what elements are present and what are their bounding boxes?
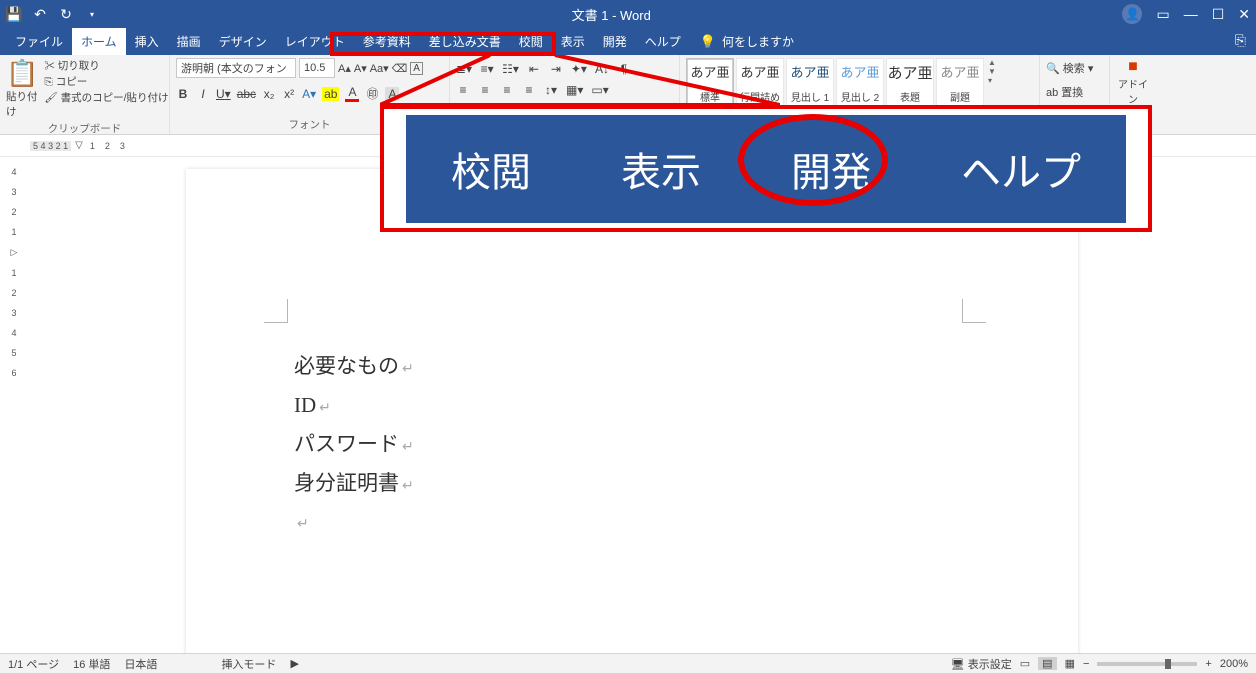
- doc-line: パスワード↵: [294, 425, 414, 464]
- annotation-connector-line: [380, 55, 780, 110]
- underline-button[interactable]: U▾: [216, 87, 231, 101]
- zoom-tab-review: 校閲: [433, 140, 549, 198]
- font-size-combo[interactable]: 10.5: [299, 58, 335, 78]
- document-title: 文書 1 - Word: [100, 5, 1122, 24]
- return-mark-icon: ↵: [399, 440, 414, 455]
- lightbulb-icon: 💡: [700, 34, 716, 50]
- bold-button[interactable]: B: [176, 87, 190, 101]
- vertical-ruler[interactable]: 4321▷ 123456: [4, 157, 24, 653]
- document-page[interactable]: 必要なもの↵ ID↵ パスワード↵ 身分証明書↵ ↵: [186, 169, 1078, 653]
- increase-font-icon[interactable]: A▴: [338, 62, 351, 75]
- replace-button[interactable]: ab 置換: [1046, 83, 1083, 101]
- zoom-level[interactable]: 200%: [1220, 658, 1248, 670]
- view-web-icon[interactable]: ▦: [1065, 657, 1075, 670]
- return-mark-icon: ↵: [399, 362, 414, 377]
- share-icon[interactable]: ⎘: [1235, 32, 1246, 49]
- superscript-button[interactable]: x²: [282, 87, 296, 101]
- addins-button[interactable]: ■ アドイン: [1116, 58, 1150, 106]
- highlight-icon[interactable]: ab: [322, 87, 339, 101]
- tab-design[interactable]: デザイン: [210, 28, 276, 55]
- annotation-highlight-tabs: [330, 32, 556, 56]
- redo-icon[interactable]: ↻: [58, 6, 74, 22]
- find-button[interactable]: 🔍 検索 ▾: [1046, 59, 1093, 77]
- enclose-char-icon[interactable]: ㊞: [365, 85, 379, 102]
- text-effects-icon[interactable]: A▾: [302, 87, 316, 101]
- doc-line: ID↵: [294, 386, 414, 425]
- tab-insert[interactable]: 挿入: [126, 28, 168, 55]
- document-text[interactable]: 必要なもの↵ ID↵ パスワード↵ 身分証明書↵ ↵: [294, 347, 414, 541]
- margin-corner-tr: [962, 299, 986, 323]
- style-subtitle[interactable]: あア亜 副題: [936, 58, 984, 108]
- maximize-button[interactable]: ☐: [1212, 6, 1225, 23]
- paste-label: 貼り付け: [6, 89, 38, 119]
- view-print-icon[interactable]: ▤: [1038, 657, 1056, 670]
- style-title[interactable]: あア亜 表題: [886, 58, 934, 108]
- decrease-font-icon[interactable]: A▾: [354, 62, 367, 75]
- return-mark-icon: ↵: [294, 517, 309, 532]
- title-right-controls: 👤 ▭ — ☐ ✕: [1122, 4, 1250, 24]
- status-bar: 1/1 ページ 16 単語 日本語 挿入モード ▶ 🖥 表示設定 ▭ ▤ ▦ −…: [0, 653, 1256, 673]
- zoom-in-button[interactable]: +: [1205, 658, 1211, 670]
- ruler-indent-marker-icon[interactable]: ▽: [75, 140, 83, 151]
- doc-line: 身分証明書↵: [294, 464, 414, 503]
- status-display-settings[interactable]: 🖥 表示設定: [951, 656, 1012, 672]
- subscript-button[interactable]: x₂: [262, 87, 276, 101]
- status-insert-mode[interactable]: 挿入モード: [221, 656, 276, 672]
- tab-draw[interactable]: 描画: [168, 28, 210, 55]
- undo-icon[interactable]: ↶: [32, 6, 48, 22]
- tell-me-search[interactable]: 💡 何をしますか: [700, 28, 794, 55]
- clipboard-icon: 📋: [6, 58, 38, 89]
- status-word-count[interactable]: 16 単語: [73, 656, 110, 672]
- font-name-combo[interactable]: 游明朝 (本文のフォン: [176, 58, 296, 78]
- close-button[interactable]: ✕: [1238, 6, 1250, 23]
- status-macro-icon[interactable]: ▶: [290, 657, 298, 670]
- tab-view[interactable]: 表示: [552, 28, 594, 55]
- qat-customize-icon[interactable]: ▾: [84, 6, 100, 22]
- ribbon-group-clipboard: 📋 貼り付け ✂ 切り取り ⎘ コピー 🖌 書式のコピー/貼り付け クリップボー…: [0, 55, 170, 134]
- quick-access-toolbar: 💾 ↶ ↻ ▾: [6, 6, 100, 22]
- style-heading1[interactable]: あア亜 見出し 1: [786, 58, 834, 108]
- status-language[interactable]: 日本語: [124, 656, 157, 672]
- zoom-slider[interactable]: [1097, 662, 1197, 666]
- save-icon[interactable]: 💾: [6, 6, 22, 22]
- doc-line: ↵: [294, 502, 414, 541]
- title-bar: 💾 ↶ ↻ ▾ 文書 1 - Word 👤 ▭ — ☐ ✕: [0, 0, 1256, 28]
- ruler-gray-left: 5 4 3 2 1: [30, 141, 71, 151]
- italic-button[interactable]: I: [196, 87, 210, 101]
- styles-more-icon[interactable]: ▲▼▾: [986, 58, 998, 85]
- clipboard-group-label: クリップボード: [6, 119, 163, 138]
- strike-button[interactable]: abc: [237, 87, 256, 101]
- search-placeholder: 何をしますか: [722, 33, 794, 50]
- tab-help[interactable]: ヘルプ: [636, 28, 690, 55]
- status-page[interactable]: 1/1 ページ: [8, 656, 59, 672]
- tab-developer[interactable]: 開発: [594, 28, 636, 55]
- paste-button[interactable]: 📋 貼り付け: [6, 58, 38, 119]
- style-heading2[interactable]: あア亜 見出し 2: [836, 58, 884, 108]
- doc-line: 必要なもの↵: [294, 347, 414, 386]
- minimize-button[interactable]: —: [1184, 6, 1198, 22]
- zoom-tab-help: ヘルプ: [943, 140, 1099, 198]
- annotation-circle-developer: [738, 114, 888, 206]
- view-read-icon[interactable]: ▭: [1020, 657, 1030, 670]
- margin-corner-tl: [264, 299, 288, 323]
- ribbon-tab-bar: ファイル ホーム 挿入 描画 デザイン レイアウト 参考資料 差し込み文書 校閲…: [0, 28, 1256, 55]
- return-mark-icon: ↵: [399, 479, 414, 494]
- copy-button[interactable]: ⎘ コピー: [44, 74, 168, 89]
- zoom-tab-view: 表示: [603, 140, 719, 198]
- user-avatar[interactable]: 👤: [1122, 4, 1142, 24]
- format-painter-button[interactable]: 🖌 書式のコピー/貼り付け: [44, 90, 168, 105]
- tab-file[interactable]: ファイル: [6, 28, 72, 55]
- font-color-icon[interactable]: A: [345, 85, 359, 102]
- tab-home[interactable]: ホーム: [72, 28, 126, 55]
- return-mark-icon: ↵: [316, 401, 331, 416]
- ribbon-display-icon[interactable]: ▭: [1156, 6, 1169, 23]
- cut-button[interactable]: ✂ 切り取り: [44, 58, 168, 73]
- zoom-out-button[interactable]: −: [1083, 658, 1089, 670]
